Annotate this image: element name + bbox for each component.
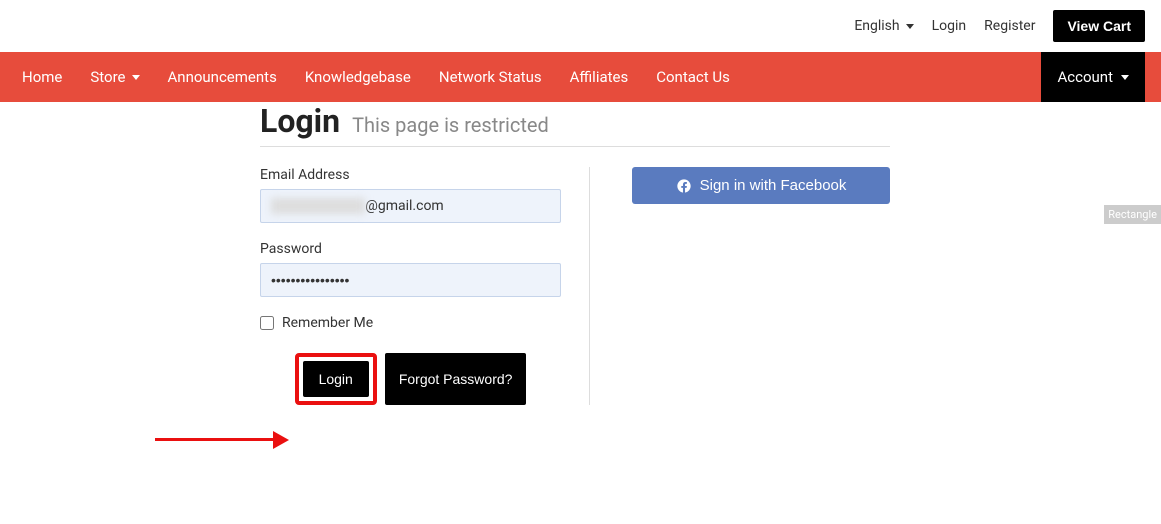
facebook-icon [676,178,692,194]
button-row: Login Forgot Password? [260,353,561,405]
nav-knowledgebase[interactable]: Knowledgebase [291,52,425,102]
facebook-signin-label: Sign in with Facebook [700,177,847,194]
email-redacted: xxxxxxxxxxxxx [271,198,365,214]
nav-account[interactable]: Account [1041,52,1145,102]
email-field[interactable]: xxxxxxxxxxxxx @gmail.com [260,189,561,223]
remember-me-label: Remember Me [282,315,373,331]
top-bar: English Login Register View Cart [0,0,1161,52]
register-link[interactable]: Register [984,18,1035,34]
nav-network-status[interactable]: Network Status [425,52,556,102]
caret-down-icon [906,24,914,29]
caret-down-icon [1121,75,1129,80]
email-label: Email Address [260,167,561,183]
facebook-signin-button[interactable]: Sign in with Facebook [632,167,890,204]
arrow-right-icon [273,431,289,449]
page-subtitle: This page is restricted [352,113,549,137]
login-link[interactable]: Login [932,18,967,34]
language-selector[interactable]: English [854,18,913,34]
social-login: Sign in with Facebook [590,167,890,405]
view-cart-button[interactable]: View Cart [1053,10,1145,42]
caret-down-icon [132,75,140,80]
nav-home[interactable]: Home [16,52,76,102]
login-highlight: Login [295,353,377,405]
password-field[interactable] [260,263,561,297]
login-button[interactable]: Login [303,361,369,397]
password-label: Password [260,241,561,257]
nav-affiliates[interactable]: Affiliates [556,52,643,102]
main-nav: Home Store Announcements Knowledgebase N… [0,52,1161,102]
language-label: English [854,18,899,34]
login-form: Email Address xxxxxxxxxxxxx @gmail.com P… [260,167,590,405]
page-header: Login This page is restricted [260,102,890,147]
page-title: Login [260,102,340,140]
nav-store[interactable]: Store [76,52,153,102]
forgot-password-button[interactable]: Forgot Password? [385,353,527,405]
remember-me-checkbox[interactable] [260,316,274,330]
nav-contact[interactable]: Contact Us [642,52,744,102]
email-suffix: @gmail.com [365,198,443,214]
remember-me-row[interactable]: Remember Me [260,315,561,331]
rectangle-badge: Rectangle [1104,205,1161,224]
nav-announcements[interactable]: Announcements [154,52,291,102]
arrow-annotation [155,428,295,452]
